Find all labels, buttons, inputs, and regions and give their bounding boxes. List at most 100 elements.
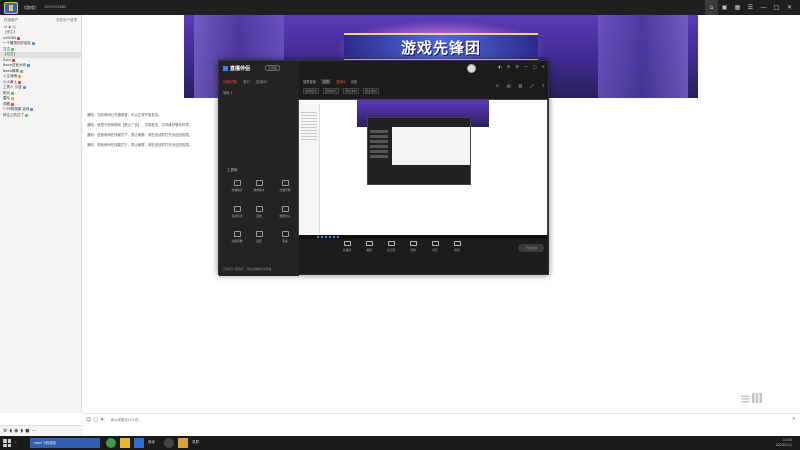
clock[interactable]: 14:53 2023/11/1 xyxy=(776,438,792,447)
tab-settings[interactable]: 设置 xyxy=(351,79,357,84)
skin-icon[interactable]: ◐ xyxy=(498,64,502,69)
bottom-tool-mic[interactable]: 麦克风 xyxy=(381,241,401,252)
avatar[interactable] xyxy=(467,64,476,73)
user-name: 【成员】 xyxy=(3,52,17,57)
minimize-icon[interactable]: — xyxy=(757,0,770,15)
menu-icon[interactable]: ☰ xyxy=(515,64,519,69)
taskbar-app2-label[interactable]: 录屏 xyxy=(192,440,199,445)
clock-date: 2023/11/1 xyxy=(775,442,792,447)
user-name: 小小黄土 xyxy=(3,79,17,84)
title-bar: 《游戏》 1054702882 ⌂ ▣ ▦ ☰ — □ ✕ xyxy=(0,0,800,15)
headset-icon[interactable]: ◗ xyxy=(21,428,24,434)
more-icon[interactable]: ⋯ xyxy=(32,428,37,434)
fullscreen-icon[interactable]: ⤢ xyxy=(530,83,533,88)
image-icon[interactable]: ▧ xyxy=(519,83,523,88)
watermark-logo: ≡Ⅲ xyxy=(740,392,764,407)
share-icon[interactable]: ⇪ xyxy=(542,83,545,88)
bottom-tool-music[interactable]: 音乐 xyxy=(425,241,445,252)
steam-icon[interactable] xyxy=(164,438,174,448)
level-badge-icon xyxy=(25,113,28,117)
music-icon xyxy=(431,241,439,246)
menu-icon[interactable]: ☰ xyxy=(744,0,757,15)
level-badge-icon xyxy=(17,36,21,40)
interact-icon xyxy=(233,206,241,212)
speaker-icon[interactable]: ◖ xyxy=(9,428,12,434)
tool-vod[interactable]: 点播控制 xyxy=(273,180,297,196)
bottom-tool-bgm[interactable]: 伴奏 xyxy=(447,241,467,252)
send-icon[interactable]: ➤ xyxy=(792,416,796,422)
notice-line: 通知：语音房间在线模式下，禁止刷屏，请在说话时打开对应的权限。 xyxy=(87,133,193,137)
mode-landscape[interactable]: 横屏模式 xyxy=(303,88,320,94)
home-icon[interactable]: ⌂ xyxy=(705,0,718,15)
tool-data[interactable]: 数据中心 xyxy=(273,206,297,222)
bottom-tool-beauty[interactable]: 美颜 xyxy=(359,241,379,252)
panel-title: 在线用户 xyxy=(4,18,18,22)
start-live-button[interactable]: 开始直播 xyxy=(518,244,544,252)
mode-portrait[interactable]: 竖屏模式 xyxy=(323,88,340,94)
effect-icon xyxy=(409,241,417,246)
scene-item[interactable]: 场景 1 xyxy=(223,90,232,95)
settings-icon[interactable]: ⚙ xyxy=(3,428,7,434)
tab-room[interactable]: 直播间 xyxy=(256,80,267,85)
version-badge: 正式版 xyxy=(265,65,281,71)
notice-line: 通知：语音房间在线模式下，禁止刷屏，请在说话时打开对应的权限。 xyxy=(87,143,193,147)
streaming-left-panel: 直播伴侣 正式版 场景切换 素材 直播间 场景 1 工具库 直播助手 弹幕助手 … xyxy=(219,61,299,276)
maximize-icon[interactable]: □ xyxy=(533,64,537,69)
game-icon[interactable] xyxy=(178,438,188,448)
list-item[interactable]: 风往上吹过了 xyxy=(0,113,81,119)
tab-material[interactable]: 素材 xyxy=(243,80,250,85)
tool-danmaku[interactable]: 弹幕助手 xyxy=(247,180,271,196)
gamepad-icon[interactable]: ▣ xyxy=(718,0,731,15)
streaming-bottom-toolbar: 直播间 美颜 麦克风 音效 音乐 伴奏 开始直播 xyxy=(300,241,549,265)
taskbar-search[interactable]: caoil飞机梯控 xyxy=(30,438,100,448)
voice-controls: ⚙ ◖ ◉ ◗ ● ⋯ xyxy=(0,425,83,436)
minimize-icon[interactable]: — xyxy=(524,64,528,69)
level-badge-icon xyxy=(11,97,14,101)
close-icon[interactable]: ✕ xyxy=(783,0,796,15)
app-logo-icon xyxy=(4,2,18,14)
tab-live-room[interactable]: 直播间 xyxy=(336,79,346,84)
tab-scene[interactable]: 场景切换 xyxy=(223,80,237,85)
close-icon[interactable]: ✕ xyxy=(542,64,545,69)
tool-live-helper[interactable]: 直播助手 xyxy=(225,180,249,196)
app-icon[interactable] xyxy=(134,438,144,448)
bottom-tool-effect[interactable]: 音效 xyxy=(403,241,423,252)
search-icon[interactable]: ⌕ xyxy=(15,440,17,444)
tool-interact[interactable]: 互动玩法 xyxy=(225,206,249,222)
tool-more[interactable]: 更多 xyxy=(273,231,297,247)
mic-icon[interactable]: ◉ xyxy=(14,428,18,434)
tool-settings[interactable]: 设置 xyxy=(247,231,271,247)
user-name: 阳光 xyxy=(3,90,10,95)
streaming-app-window[interactable]: 直播伴侣 正式版 场景切换 素材 直播间 场景 1 工具库 直播助手 弹幕助手 … xyxy=(218,60,549,276)
layout-icon[interactable]: ▤ xyxy=(507,83,511,88)
manage-link[interactable]: 查看用户管理 xyxy=(56,18,77,24)
user-name: 一个暖男的好朋友 xyxy=(3,41,31,46)
browser-icon[interactable] xyxy=(106,438,116,448)
image-icon[interactable]: ▢ xyxy=(93,417,98,423)
record-icon[interactable]: ⊙ xyxy=(496,83,499,88)
tab-landscape[interactable]: 横屏直播 xyxy=(303,79,316,84)
emoji-icon[interactable]: ☺ xyxy=(86,417,91,423)
room-title: 《游戏》 xyxy=(22,5,38,10)
mail-icon[interactable]: ✉ xyxy=(507,64,510,69)
record-icon[interactable]: ● xyxy=(25,428,29,434)
user-list: 【房主】 xx0085 一个暖男的好朋友 文文 【成员】 Ezra Bean法官大师 Bean… xyxy=(0,30,81,118)
data-icon xyxy=(281,206,289,212)
stream-preview[interactable] xyxy=(298,99,548,297)
tab-portrait[interactable]: 竖屏 xyxy=(320,79,332,84)
level-badge-icon xyxy=(11,102,14,106)
taskbar-app-label[interactable]: 媒体 xyxy=(148,440,155,445)
maximize-icon[interactable]: □ xyxy=(770,0,783,15)
tool-link[interactable]: 连线 xyxy=(247,206,271,222)
gift-icon[interactable]: ✦ xyxy=(100,417,104,423)
folder-icon[interactable] xyxy=(120,438,130,448)
more-material[interactable]: 更多素材 xyxy=(363,88,380,94)
tools-footer: 已关闭 5 项功能，可在直播助手中开启。 xyxy=(223,267,275,271)
tool-record[interactable]: 直播录像 xyxy=(225,231,249,247)
start-button[interactable] xyxy=(3,439,11,447)
bottom-tool-room[interactable]: 直播间 xyxy=(337,241,357,252)
level-badge-icon xyxy=(18,75,21,79)
grid-icon[interactable]: ▦ xyxy=(731,0,744,15)
add-material[interactable]: 添加素材 xyxy=(343,88,360,94)
chat-input[interactable] xyxy=(111,417,741,423)
